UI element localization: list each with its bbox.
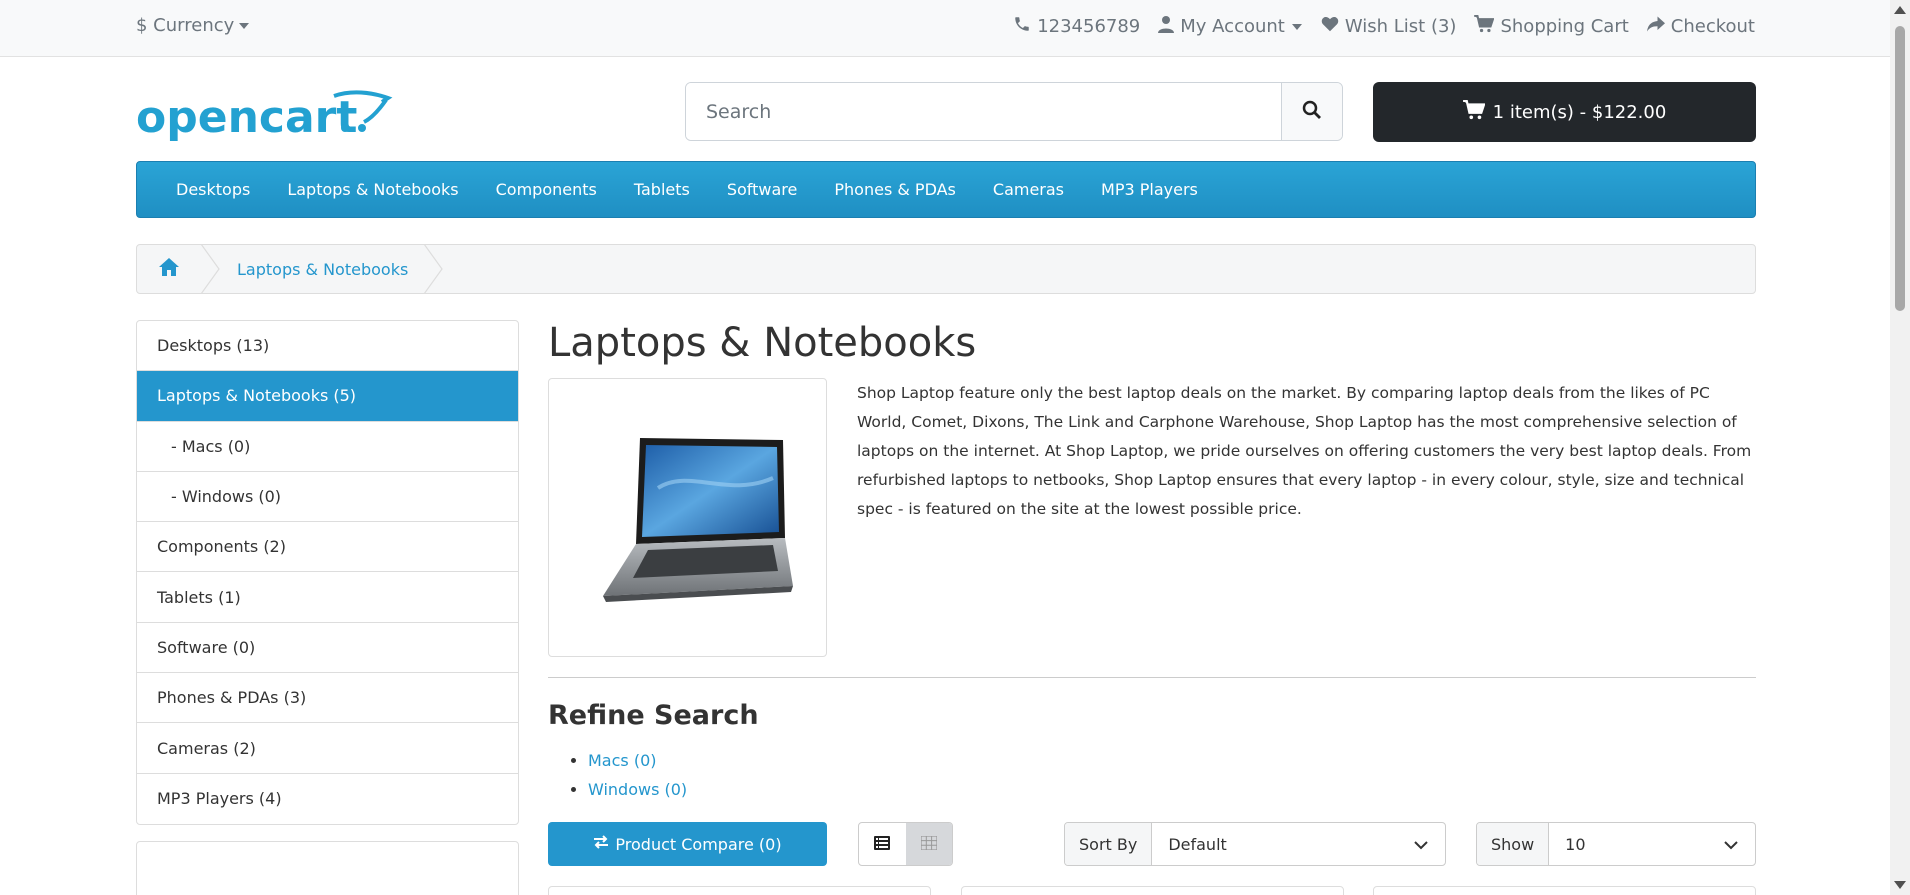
shopping-cart-link[interactable]: Shopping Cart	[1474, 14, 1629, 38]
sort-by-value: Default	[1168, 834, 1227, 854]
refine-item: Macs (0)	[588, 746, 687, 775]
search-bar	[685, 82, 1343, 141]
grid-icon	[920, 834, 938, 854]
user-icon	[1158, 15, 1175, 38]
currency-label: $ Currency	[136, 15, 235, 36]
caret-down-icon	[1291, 16, 1303, 37]
menu-item-tablets[interactable]: Tablets	[634, 180, 690, 199]
subcategory-item[interactable]: - Macs (0)	[137, 422, 518, 472]
exchange-icon	[593, 834, 609, 854]
sort-by-label: Sort By	[1065, 823, 1153, 865]
product-card	[1373, 886, 1756, 895]
main-menu: Desktops Laptops & Notebooks Components …	[136, 161, 1756, 218]
menu-item-components[interactable]: Components	[496, 180, 597, 199]
breadcrumb-separator	[424, 244, 444, 294]
show-limit-value: 10	[1565, 834, 1586, 854]
show-label: Show	[1477, 823, 1550, 865]
category-item[interactable]: Tablets (1)	[137, 572, 518, 623]
breadcrumb-item[interactable]: Laptops & Notebooks	[221, 260, 408, 279]
refine-search-title: Refine Search	[548, 700, 759, 731]
refine-item: Windows (0)	[588, 775, 687, 804]
category-list: Desktops (13) Laptops & Notebooks (5) - …	[136, 320, 519, 825]
phone-link[interactable]: 123456789	[1013, 15, 1140, 38]
category-description: Shop Laptop feature only the best laptop…	[857, 384, 1752, 518]
list-icon	[874, 835, 891, 854]
chevron-down-icon	[1413, 835, 1429, 854]
refine-link-windows[interactable]: Windows (0)	[588, 780, 687, 799]
category-item[interactable]: Phones & PDAs (3)	[137, 673, 518, 724]
share-icon	[1646, 16, 1665, 37]
wishlist-label: Wish List (3)	[1344, 16, 1457, 37]
logo-text: opencart	[136, 92, 357, 143]
scroll-down-arrow[interactable]	[1894, 881, 1906, 889]
category-item[interactable]: Cameras (2)	[137, 723, 518, 774]
product-compare-button[interactable]: Product Compare (0)	[548, 822, 827, 866]
category-image	[548, 378, 827, 657]
show-limit-select[interactable]: 10	[1549, 823, 1755, 865]
view-toggle	[858, 822, 953, 866]
breadcrumb-separator	[201, 244, 220, 294]
sort-by-control: Sort By Default	[1064, 822, 1446, 866]
shopping-cart-label: Shopping Cart	[1500, 16, 1629, 37]
cart-button[interactable]: 1 item(s) - $122.00	[1373, 82, 1756, 142]
category-item[interactable]: Components (2)	[137, 522, 518, 573]
my-account-dropdown[interactable]: My Account	[1158, 15, 1303, 38]
menu-item-software[interactable]: Software	[727, 180, 798, 199]
phone-number: 123456789	[1037, 16, 1141, 37]
search-button[interactable]	[1281, 83, 1342, 140]
cart-icon	[1474, 14, 1495, 38]
checkout-link[interactable]: Checkout	[1646, 16, 1755, 37]
checkout-label: Checkout	[1670, 16, 1755, 37]
laptop-image	[602, 437, 793, 602]
search-icon	[1302, 100, 1322, 124]
subcategory-item[interactable]: - Windows (0)	[137, 472, 518, 523]
menu-item-mp3[interactable]: MP3 Players	[1101, 180, 1198, 199]
heart-icon	[1321, 16, 1339, 37]
product-card	[961, 886, 1344, 895]
scrollbar-thumb[interactable]	[1895, 26, 1905, 311]
product-card	[548, 886, 931, 895]
menu-item-cameras[interactable]: Cameras	[993, 180, 1064, 199]
phone-icon	[1013, 15, 1031, 38]
sort-by-select[interactable]: Default	[1152, 823, 1445, 865]
home-icon	[158, 257, 180, 281]
chevron-down-icon	[1723, 835, 1739, 854]
menu-item-laptops[interactable]: Laptops & Notebooks	[287, 180, 458, 199]
top-bar: $ Currency 123456789 My Account Wish Lis…	[0, 0, 1890, 57]
sidebar-banner	[136, 841, 519, 895]
currency-dropdown[interactable]: $ Currency	[136, 15, 250, 36]
cart-icon	[1462, 99, 1486, 125]
page-title: Laptops & Notebooks	[548, 320, 977, 366]
breadcrumb: Laptops & Notebooks	[136, 244, 1756, 294]
product-compare-label: Product Compare (0)	[615, 834, 782, 854]
page-scrollbar[interactable]	[1890, 0, 1910, 895]
scroll-up-arrow[interactable]	[1894, 6, 1906, 14]
show-limit-control: Show 10	[1476, 822, 1756, 866]
menu-item-phones[interactable]: Phones & PDAs	[834, 180, 956, 199]
category-item[interactable]: MP3 Players (4)	[137, 774, 518, 824]
refine-link-macs[interactable]: Macs (0)	[588, 751, 657, 770]
divider	[548, 677, 1756, 678]
opencart-logo[interactable]: opencart	[136, 88, 396, 143]
refine-list: Macs (0) Windows (0)	[568, 746, 687, 804]
category-item[interactable]: Desktops (13)	[137, 321, 518, 372]
caret-down-icon	[238, 15, 250, 36]
category-item[interactable]: Software (0)	[137, 623, 518, 674]
grid-view-button[interactable]	[905, 823, 952, 865]
breadcrumb-home[interactable]	[137, 245, 201, 293]
my-account-label: My Account	[1180, 16, 1285, 37]
menu-item-desktops[interactable]: Desktops	[176, 180, 250, 199]
wishlist-link[interactable]: Wish List (3)	[1321, 16, 1457, 37]
search-input[interactable]	[686, 83, 1281, 140]
list-view-button[interactable]	[859, 823, 906, 865]
category-item-active[interactable]: Laptops & Notebooks (5)	[137, 371, 518, 422]
cart-button-label: 1 item(s) - $122.00	[1492, 101, 1667, 123]
